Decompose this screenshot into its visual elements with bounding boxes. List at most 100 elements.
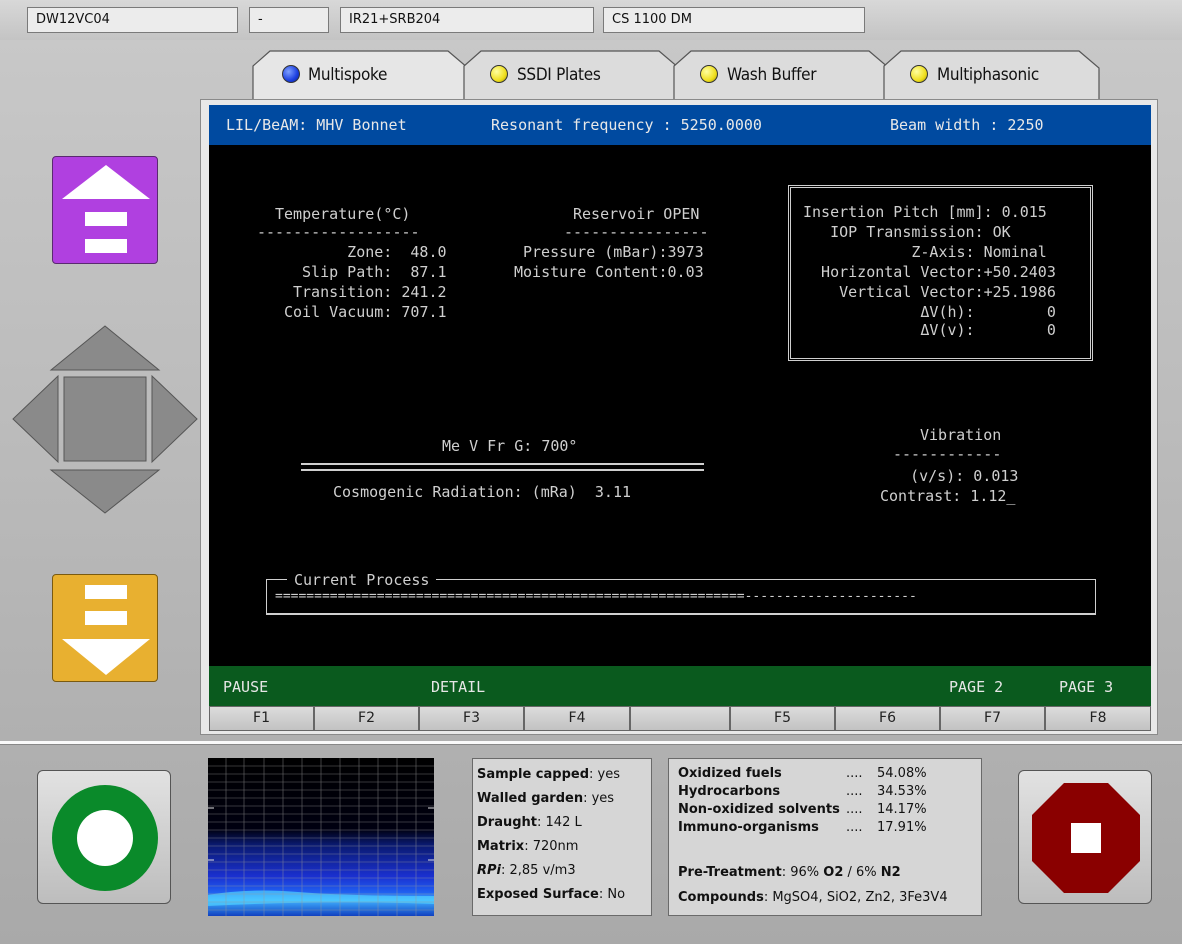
header-field-id: DW12VC04 <box>27 7 238 33</box>
tab-wash-buffer[interactable]: Wash Buffer <box>673 50 891 100</box>
pre-treatment: Pre-Treatment: 96% O2 / 6% N2 <box>678 865 901 880</box>
vibration-contrast: Contrast: 1.12_ <box>880 487 1016 505</box>
fkey-blank[interactable] <box>630 706 730 731</box>
tab-multispoke[interactable]: Multispoke <box>252 50 470 100</box>
tab-ssdi-plates[interactable]: SSDI Plates <box>463 50 681 100</box>
sample-capped: Sample capped: yes <box>477 767 620 782</box>
stop-button[interactable] <box>1018 770 1152 904</box>
composition-value: 14.17% <box>877 802 927 817</box>
composition-panel: Oxidized fuels .... 54.08% Hydrocarbons … <box>668 758 982 916</box>
fkey-f4[interactable]: F4 <box>524 706 630 731</box>
composition-dots: .... <box>846 820 863 835</box>
z-axis: Z-Axis: Nominal <box>803 243 1047 261</box>
dpad-left-button[interactable] <box>12 374 59 464</box>
tab-bar: Multispoke SSDI Plates Wash Buffer Multi… <box>0 50 1182 100</box>
draught: Draught: 142 L <box>477 815 582 830</box>
horizontal-vector: Horizontal Vector:+50.2403 <box>803 263 1056 281</box>
composition-dots: .... <box>846 766 863 781</box>
arrow-down-icon <box>62 585 150 675</box>
fkey-f3[interactable]: F3 <box>419 706 524 731</box>
softkey-pause[interactable]: PAUSE <box>223 678 268 696</box>
reservoir-title: Reservoir OPEN <box>573 205 700 223</box>
reservoir-pressure: Pressure (mBar):3973 <box>523 243 704 261</box>
yellow-status-dot-icon <box>490 65 508 83</box>
arrow-up-icon <box>62 165 150 253</box>
temperature-title: Temperature(°C) <box>275 205 411 223</box>
tab-label: Wash Buffer <box>727 65 817 85</box>
start-circle-icon <box>52 785 158 891</box>
softkey-page-2[interactable]: PAGE 2 <box>949 678 1003 696</box>
start-button[interactable] <box>37 770 171 904</box>
status-beam-width: Beam width : 2250 <box>890 116 1044 134</box>
fkey-f1[interactable]: F1 <box>209 706 314 731</box>
tab-multiphasonic[interactable]: Multiphasonic <box>883 50 1101 100</box>
exposed-surface: Exposed Surface: No <box>477 887 626 902</box>
temperature-zone: Zone: 48.0 <box>293 243 447 261</box>
composition-dots: .... <box>846 784 863 799</box>
delta-v-v: ΔV(v): 0 <box>803 321 1056 339</box>
fkey-f7[interactable]: F7 <box>940 706 1045 731</box>
tab-label: Multiphasonic <box>937 65 1039 85</box>
yellow-status-dot-icon <box>910 65 928 83</box>
rpi: RPi: 2,85 v/m3 <box>477 863 576 878</box>
header-bar: DW12VC04 - IR21+SRB204 CS 1100 DM <box>0 0 1182 40</box>
tab-label: SSDI Plates <box>517 65 601 85</box>
softkey-page-3[interactable]: PAGE 3 <box>1059 678 1113 696</box>
me-divider <box>301 463 704 471</box>
delta-v-h: ΔV(h): 0 <box>803 303 1056 321</box>
vibration-title: Vibration <box>920 426 1002 444</box>
temperature-coil-vacuum: Coil Vacuum: 707.1 <box>284 303 447 321</box>
status-bar: LIL/BeAM: MHV Bonnet Resonant frequency … <box>209 105 1151 145</box>
header-field-dash: - <box>249 7 329 33</box>
reservoir-rule: ---------------- <box>564 223 709 241</box>
scroll-up-button[interactable] <box>52 156 158 264</box>
cosmogenic-radiation: Cosmogenic Radiation: (mRa) 3.11 <box>333 483 632 501</box>
composition-row: Oxidized fuels <box>678 766 782 781</box>
matrix: Matrix: 720nm <box>477 839 579 854</box>
status-resonant-frequency: Resonant frequency : 5250.0000 <box>491 116 762 134</box>
temperature-transition: Transition: 241.2 <box>293 283 447 301</box>
composition-value: 34.53% <box>877 784 927 799</box>
composition-dots: .... <box>846 802 863 817</box>
dpad-up-button[interactable] <box>49 325 161 371</box>
me-v-fr-g: Me V Fr G: 700° <box>442 437 578 455</box>
header-field-code: IR21+SRB204 <box>340 7 594 33</box>
softkey-detail[interactable]: DETAIL <box>431 678 485 696</box>
bottom-divider <box>0 741 1182 745</box>
composition-row: Immuno-organisms <box>678 820 819 835</box>
iop-transmission: IOP Transmission: OK <box>803 223 1011 241</box>
reservoir-moisture: Moisture Content:0.03 <box>514 263 704 281</box>
temperature-rule: ------------------ <box>257 223 420 241</box>
composition-row: Hydrocarbons <box>678 784 781 799</box>
fkey-f8[interactable]: F8 <box>1045 706 1151 731</box>
status-device: LIL/BeAM: MHV Bonnet <box>226 116 407 134</box>
dpad-down-button[interactable] <box>49 469 161 514</box>
function-keys: F1 F2 F3 F4 F5 F6 F7 F8 <box>209 706 1151 731</box>
tab-label: Multispoke <box>308 65 388 85</box>
fkey-f6[interactable]: F6 <box>835 706 940 731</box>
main-display: LIL/BeAM: MHV Bonnet Resonant frequency … <box>209 105 1151 706</box>
vertical-vector: Vertical Vector:+25.1986 <box>803 283 1056 301</box>
compounds: Compounds: MgSO4, SiO2, Zn2, 3Fe3V4 <box>678 890 948 905</box>
composition-value: 17.91% <box>877 820 927 835</box>
vibration-velocity: (v/s): 0.013 <box>883 467 1019 485</box>
softkey-bar: PAUSE DETAIL PAGE 2 PAGE 3 <box>209 666 1151 706</box>
composition-value: 54.08% <box>877 766 927 781</box>
scroll-down-button[interactable] <box>52 574 158 682</box>
spectrogram <box>208 758 434 916</box>
sample-info-panel: Sample capped: yes Walled garden: yes Dr… <box>472 758 652 916</box>
dpad-center-button[interactable] <box>63 376 147 462</box>
vibration-rule: ------------ <box>893 445 1002 463</box>
header-field-model: CS 1100 DM <box>603 7 865 33</box>
fkey-f2[interactable]: F2 <box>314 706 419 731</box>
fkey-f5[interactable]: F5 <box>730 706 835 731</box>
dpad-right-button[interactable] <box>151 374 198 464</box>
process-progress-bar: ========================================… <box>275 589 917 604</box>
composition-row: Non-oxidized solvents <box>678 802 840 817</box>
direction-pad <box>10 322 200 517</box>
stop-octagon-icon <box>1032 783 1140 893</box>
temperature-slip-path: Slip Path: 87.1 <box>293 263 447 281</box>
blue-status-dot-icon <box>282 65 300 83</box>
walled-garden: Walled garden: yes <box>477 791 615 806</box>
insertion-pitch: Insertion Pitch [mm]: 0.015 <box>803 203 1047 221</box>
